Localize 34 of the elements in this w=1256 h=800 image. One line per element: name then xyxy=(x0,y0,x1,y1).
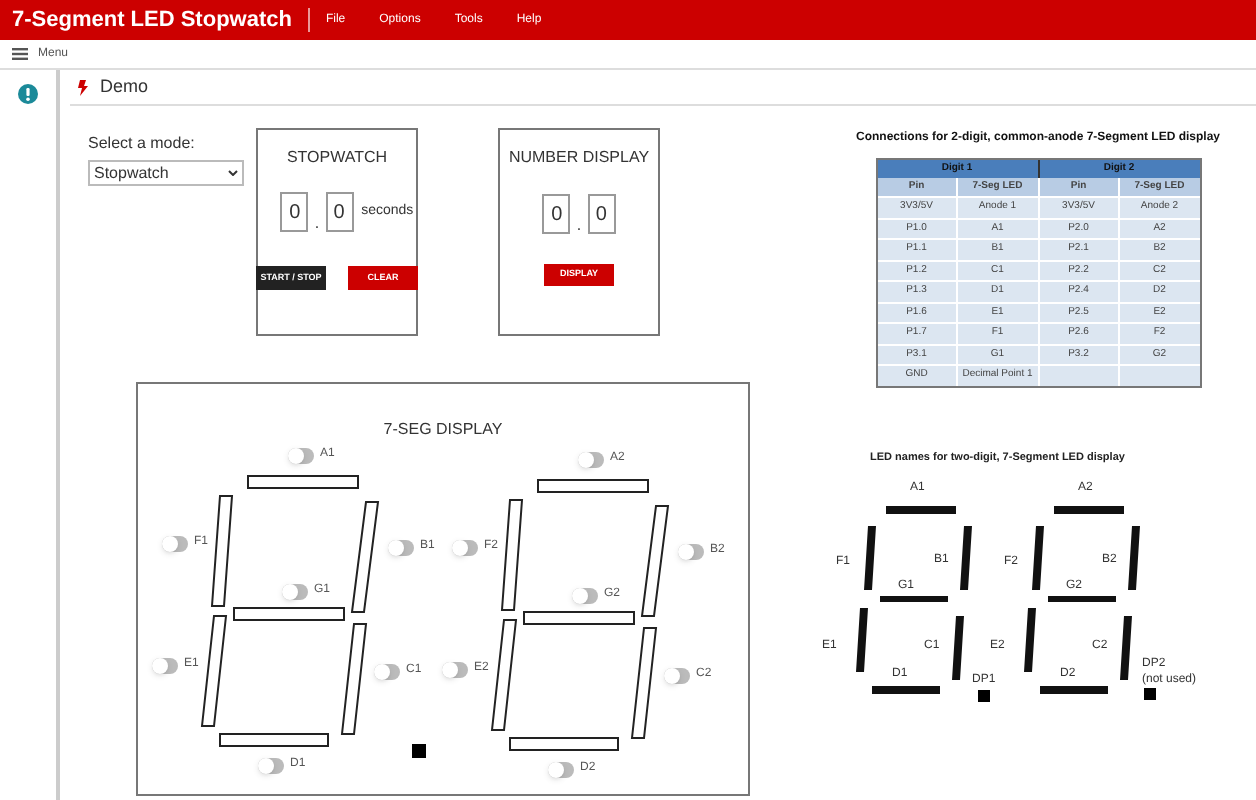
digit-field[interactable]: 0 xyxy=(587,194,616,234)
toggle-switch[interactable] xyxy=(288,447,314,463)
digit-field[interactable]: 0 xyxy=(325,192,354,232)
toggle-switch[interactable] xyxy=(578,451,604,467)
decimal-point xyxy=(412,744,426,758)
decimal-point xyxy=(978,690,990,703)
toggle-switch[interactable] xyxy=(664,667,690,683)
page-title: Demo xyxy=(100,73,149,100)
decimal-separator: . xyxy=(576,218,582,234)
toggle-switch[interactable] xyxy=(162,535,188,551)
toggle-switch[interactable] xyxy=(258,757,284,773)
alert-icon[interactable] xyxy=(18,84,38,104)
panel-title: 7-SEG DISPLAY xyxy=(383,420,503,438)
app-title: 7-Segment LED Stopwatch xyxy=(12,5,292,36)
toggle-switch[interactable] xyxy=(548,761,574,777)
toggle-switch[interactable] xyxy=(572,587,598,603)
toggle-switch[interactable] xyxy=(388,539,414,555)
decimal-point xyxy=(1144,688,1156,701)
menu-icon[interactable] xyxy=(12,48,28,60)
decimal-separator: . xyxy=(314,216,320,232)
toggle-switch[interactable] xyxy=(282,583,308,599)
chevron-icon xyxy=(228,170,238,176)
digit-field[interactable]: 0 xyxy=(542,194,571,234)
card-title: NUMBER DISPLAY xyxy=(508,146,650,170)
toggle-switch[interactable] xyxy=(152,657,178,673)
card-title: STOPWATCH xyxy=(286,146,388,170)
digit-field[interactable]: 0 xyxy=(280,192,309,232)
mode-label: Select a mode: xyxy=(88,132,197,156)
lightning-icon xyxy=(78,79,88,95)
toggle-switch[interactable] xyxy=(678,543,704,559)
toggle-switch[interactable] xyxy=(452,539,478,555)
mode-select[interactable]: Stopwatch xyxy=(88,160,244,186)
toggle-switch[interactable] xyxy=(374,663,400,679)
toggle-switch[interactable] xyxy=(442,661,468,677)
